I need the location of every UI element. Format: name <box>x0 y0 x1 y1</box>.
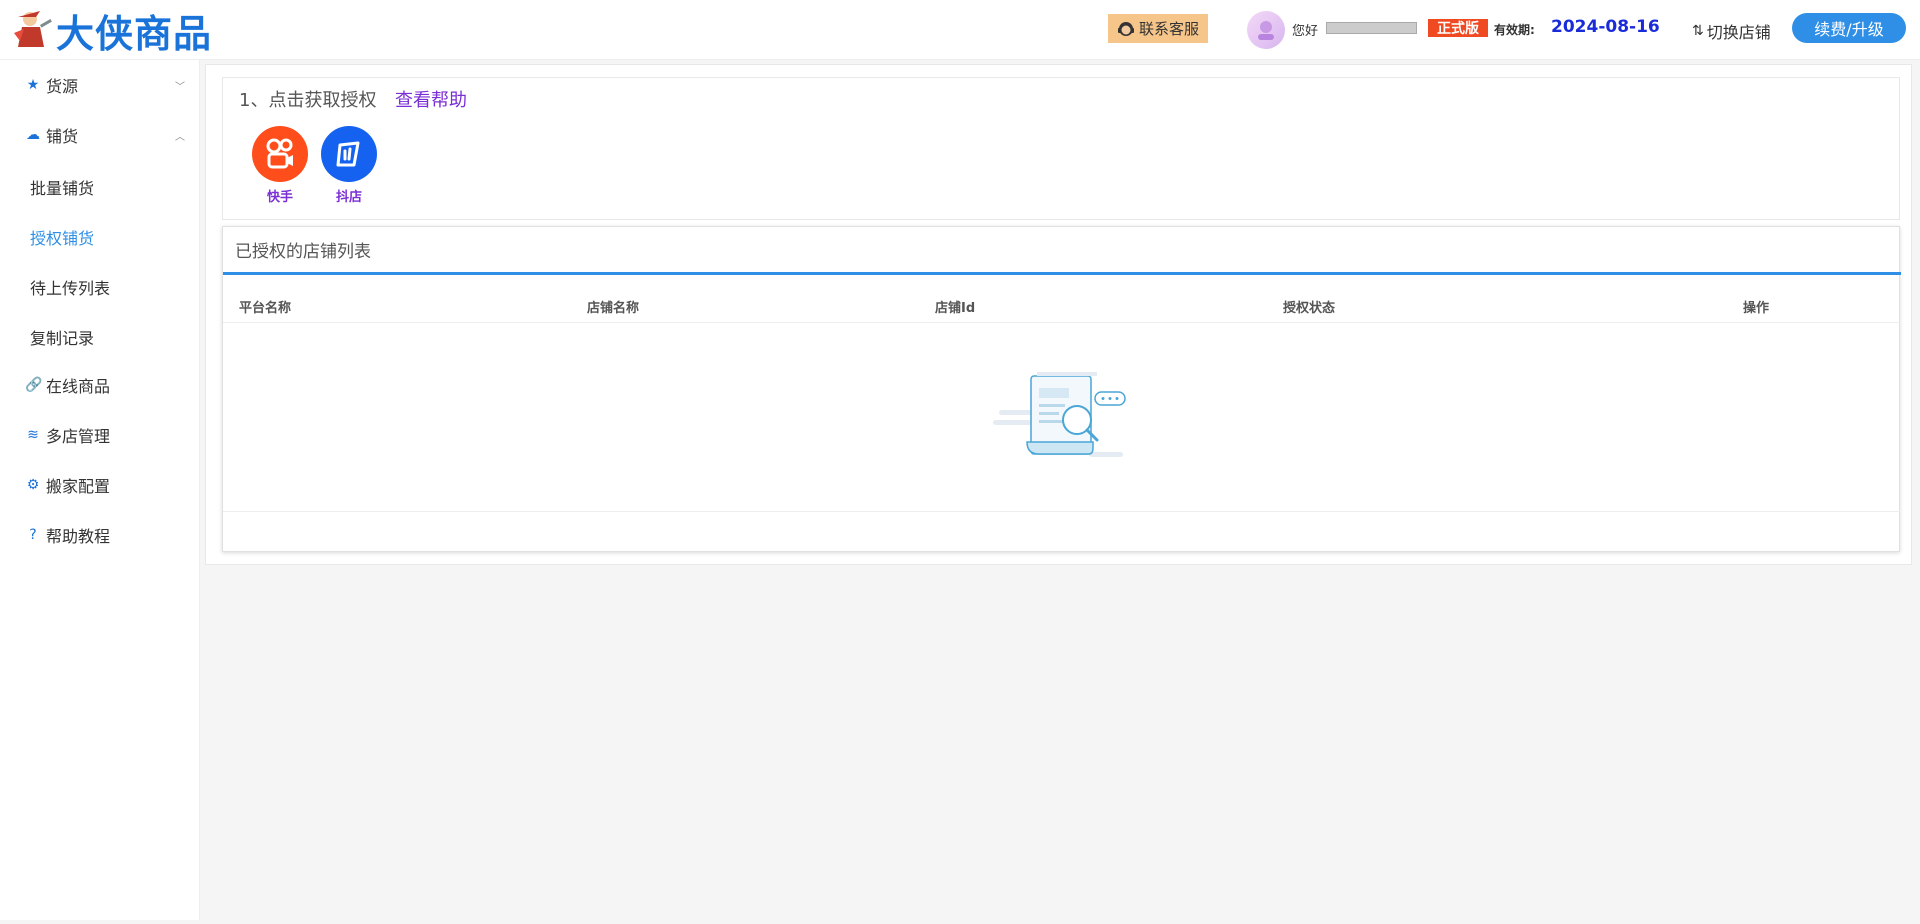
cloud-upload-icon: ☁ <box>26 127 40 143</box>
sidebar-item-label: 铺货 <box>46 127 79 146</box>
sidebar-item-batch-distribute[interactable]: 批量铺货 <box>30 175 94 199</box>
view-help-link[interactable]: 查看帮助 <box>395 86 467 112</box>
swap-arrows-icon: ⇅ <box>1692 23 1704 39</box>
top-header: 大侠商品 联系客服 您好 正式版 有效期: 2024-08-16 ⇅ 切换店铺 … <box>0 0 1920 60</box>
sidebar-item-move-config[interactable]: ⚙ 搬家配置 <box>0 465 200 505</box>
empty-data-illustration-icon <box>993 372 1126 457</box>
auth-title: 1、点击获取授权 <box>239 90 377 111</box>
sidebar-item-copy-records[interactable]: 复制记录 <box>30 325 94 349</box>
column-header-auth-status: 授权状态 <box>1283 301 1336 316</box>
chevron-up-icon: ︿ <box>175 131 185 143</box>
sidebar-item-help[interactable]: ? 帮助教程 <box>0 515 200 555</box>
contact-support-label: 联系客服 <box>1138 20 1199 38</box>
sidebar-item-label: 货源 <box>46 77 79 96</box>
brand-logo[interactable]: 大侠商品 <box>10 6 212 56</box>
table-footer-divider <box>223 511 1901 512</box>
headset-icon <box>1117 21 1134 36</box>
column-header-platform: 平台名称 <box>239 301 292 316</box>
sidebar-item-multi-shop[interactable]: ≋ 多店管理 <box>0 415 200 455</box>
switch-shop-button[interactable]: ⇅ 切换店铺 <box>1692 19 1771 43</box>
brand-name: 大侠商品 <box>56 10 213 56</box>
chevron-down-icon: ﹀ <box>175 81 185 93</box>
column-header-actions: 操作 <box>1743 301 1770 316</box>
platform-doudian-button[interactable]: 抖店 <box>321 126 377 205</box>
column-header-shop-id: 店铺Id <box>935 301 976 316</box>
tab-underline <box>223 272 1901 275</box>
kuaishou-icon <box>252 126 308 182</box>
link-icon: 🔗 <box>25 377 43 393</box>
expiry-date: 2024-08-16 <box>1551 17 1660 37</box>
sidebar-item-label: 多店管理 <box>46 427 111 446</box>
layers-icon: ≋ <box>27 427 39 443</box>
switch-shop-label: 切换店铺 <box>1706 23 1771 42</box>
avatar-image-icon <box>1258 21 1274 40</box>
auth-panel: 1、点击获取授权 查看帮助 快手 抖店 <box>222 77 1900 220</box>
doudian-icon <box>321 126 377 182</box>
contact-support-button[interactable]: 联系客服 <box>1108 14 1208 43</box>
sidebar-item-label: 帮助教程 <box>46 527 111 546</box>
table-header-divider <box>223 322 1901 323</box>
column-header-shop-name: 店铺名称 <box>587 301 640 316</box>
platform-label: 抖店 <box>335 190 362 205</box>
edition-badge: 正式版 <box>1428 19 1488 37</box>
sidebar-item-source[interactable]: ★ 货源 ﹀ <box>0 65 200 105</box>
sidebar-item-auth-distribute[interactable]: 授权铺货 <box>30 225 94 249</box>
greeting-text: 您好 <box>1292 24 1319 39</box>
sidebar-item-online-products[interactable]: 🔗 在线商品 <box>0 365 200 405</box>
platform-label: 快手 <box>266 190 293 205</box>
authorized-shops-panel: 已授权的店铺列表 平台名称 店铺名称 店铺Id 授权状态 操作 <box>222 226 1901 552</box>
upgrade-button[interactable]: 续费/升级 <box>1792 13 1906 43</box>
question-icon: ? <box>29 527 37 543</box>
sidebar-item-distribute[interactable]: ☁ 铺货 ︿ <box>0 115 200 155</box>
user-avatar[interactable] <box>1247 11 1285 49</box>
username-masked <box>1326 22 1417 34</box>
star-icon: ★ <box>26 77 40 93</box>
platform-kuaishou-button[interactable]: 快手 <box>252 126 308 205</box>
sidebar-item-label: 在线商品 <box>46 377 111 396</box>
expiry-label: 有效期: <box>1494 23 1535 37</box>
gear-icon: ⚙ <box>26 477 40 493</box>
sidebar: ★ 货源 ﹀ ☁ 铺货 ︿ 批量铺货 授权铺货 待上传列表 复制记录 🔗 在线商… <box>0 60 200 920</box>
main-content: 1、点击获取授权 查看帮助 快手 抖店 已授权的店铺列表 平台名称 店铺名称 店… <box>205 64 1912 565</box>
shops-panel-title: 已授权的店铺列表 <box>235 242 371 262</box>
sidebar-item-pending-upload[interactable]: 待上传列表 <box>30 275 110 299</box>
logo-hero-icon <box>14 11 52 47</box>
sidebar-item-label: 搬家配置 <box>46 477 111 496</box>
